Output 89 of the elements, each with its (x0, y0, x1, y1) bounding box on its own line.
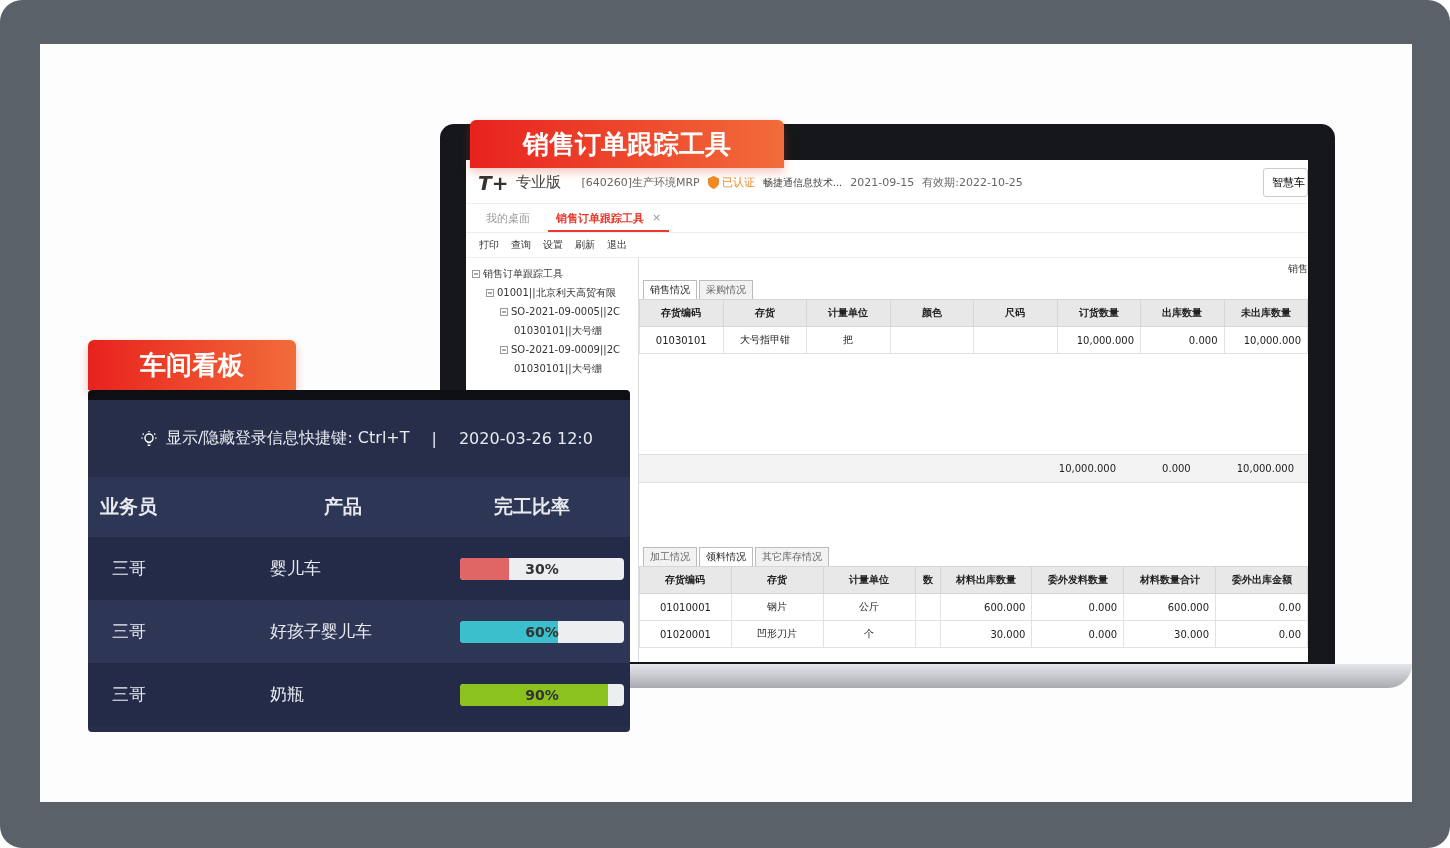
table-cell: 公斤 (823, 593, 916, 621)
table-cell: 30.000 (1123, 620, 1216, 648)
column-header: 委外发料数量 (1031, 566, 1124, 594)
table-cell: 600.000 (940, 593, 1032, 621)
sub-tab[interactable]: 其它库存情况 (755, 547, 829, 566)
collapse-icon[interactable] (500, 345, 508, 354)
product-cell-text: 婴儿车 (270, 557, 322, 580)
table-cell: 10,000.000 (1057, 326, 1141, 354)
column-header: 材料数量合计 (1123, 566, 1216, 594)
collapse-icon[interactable] (486, 288, 494, 297)
company-text: 畅捷通信息技术... (762, 175, 843, 190)
lightbulb-icon (140, 429, 158, 448)
table-cell: 个 (823, 620, 916, 648)
tree-item[interactable]: SO-2021-09-0005||2C (511, 306, 621, 317)
datetime-text: 2020-03-26 12:0 (458, 429, 593, 448)
table-cell: 0.000 (1031, 620, 1124, 648)
toolbar-button[interactable]: 刷新 (570, 237, 600, 253)
validity-text: 有效期:2022-10-25 (922, 175, 1023, 190)
sub-tab[interactable]: 加工情况 (643, 547, 697, 566)
section-label: 销售 (1288, 262, 1308, 274)
table-cell: 01010001 (639, 593, 732, 621)
table-cell: 钢片 (731, 593, 824, 621)
column-header: 业务员 (99, 494, 158, 519)
column-header: 存货 (731, 566, 824, 594)
table-cell: 0.00 (1215, 593, 1308, 621)
progress-reading: 90% (524, 685, 560, 705)
collapse-icon[interactable] (500, 307, 508, 316)
column-header: 订货数量 (1057, 299, 1141, 327)
verified-text: 已认证 (721, 175, 755, 190)
person-cell-text: 三哥 (111, 557, 147, 580)
toolbar-button[interactable]: 退出 (602, 237, 632, 253)
column-header: 委外出库金额 (1215, 566, 1308, 594)
table-cell: 01020001 (639, 620, 732, 648)
column-header: 颜色 (890, 299, 974, 327)
tree-item[interactable]: 01001||北京利天高贸有限 (497, 285, 616, 300)
column-header: 完工比率 (493, 494, 571, 519)
banner-label: 车间看板 (88, 340, 296, 390)
table-cell (915, 593, 941, 621)
toolbar-button[interactable]: 设置 (538, 237, 568, 253)
progress-reading: 30% (524, 559, 560, 579)
column-header: 出库数量 (1140, 299, 1224, 327)
column-header: 数 (915, 566, 941, 594)
table-cell: 凹形刀片 (731, 620, 824, 648)
column-header: 计量单位 (823, 566, 916, 594)
column-header: 存货编码 (639, 299, 723, 327)
table-cell: 01030101 (639, 326, 723, 354)
table-cell: 0.000 (1140, 326, 1224, 354)
sub-tab[interactable]: 采购情况 (699, 280, 753, 299)
total-cell: 10,000.000 (1058, 463, 1117, 474)
shield-icon (707, 176, 719, 189)
tree-item[interactable]: 01030101||大号绷 (514, 361, 602, 376)
tab[interactable]: 销售订单跟踪工具 × (548, 208, 670, 232)
workshop-button[interactable]: 智慧车 (1263, 168, 1308, 197)
table-cell: 大号指甲钳 (723, 326, 807, 354)
table-cell: 600.000 (1123, 593, 1216, 621)
collapse-icon[interactable] (472, 269, 480, 278)
column-header: 尺码 (973, 299, 1057, 327)
tree-item[interactable]: SO-2021-09-0009||2C (511, 344, 621, 355)
table-cell: 把 (806, 326, 890, 354)
banner-label: 销售订单跟踪工具 (470, 120, 784, 168)
separator-text: | (431, 429, 437, 448)
total-cell: 10,000.000 (1236, 463, 1294, 474)
column-header: 存货编码 (639, 566, 732, 594)
total-cell: 0.000 (1162, 463, 1191, 474)
table-cell: 10,000.000 (1224, 326, 1308, 354)
table-cell: 30.000 (940, 620, 1032, 648)
table-cell: 0.000 (1031, 593, 1124, 621)
column-header: 存货 (723, 299, 807, 327)
toolbar-button[interactable]: 查询 (506, 237, 536, 253)
person-cell-text: 三哥 (111, 620, 147, 643)
product-cell-text: 奶瓶 (270, 683, 305, 706)
person-cell-text: 三哥 (111, 683, 147, 706)
tree-item[interactable]: 销售订单跟踪工具 (483, 266, 563, 281)
tree-item[interactable]: 01030101||大号绷 (514, 323, 602, 338)
sub-tab[interactable]: 销售情况 (643, 280, 697, 299)
logo-text: T+ (478, 170, 509, 195)
account-text: [640260]生产环境MRP (581, 175, 700, 190)
date-text: 2021-09-15 (850, 176, 915, 189)
column-header: 材料出库数量 (940, 566, 1032, 594)
shortcut-hint: 显示/隐藏登录信息快捷键: Ctrl+T (166, 428, 410, 449)
product-cell-text: 好孩子婴儿车 (270, 620, 373, 643)
column-header: 未出库数量 (1224, 299, 1308, 327)
table-cell: 0.00 (1215, 620, 1308, 648)
edition-text: 专业版 (516, 173, 562, 192)
toolbar-button[interactable]: 打印 (474, 237, 504, 253)
column-header: 计量单位 (806, 299, 890, 327)
sub-tab[interactable]: 领料情况 (699, 547, 753, 566)
column-header: 产品 (323, 494, 363, 519)
table-cell (915, 620, 941, 648)
